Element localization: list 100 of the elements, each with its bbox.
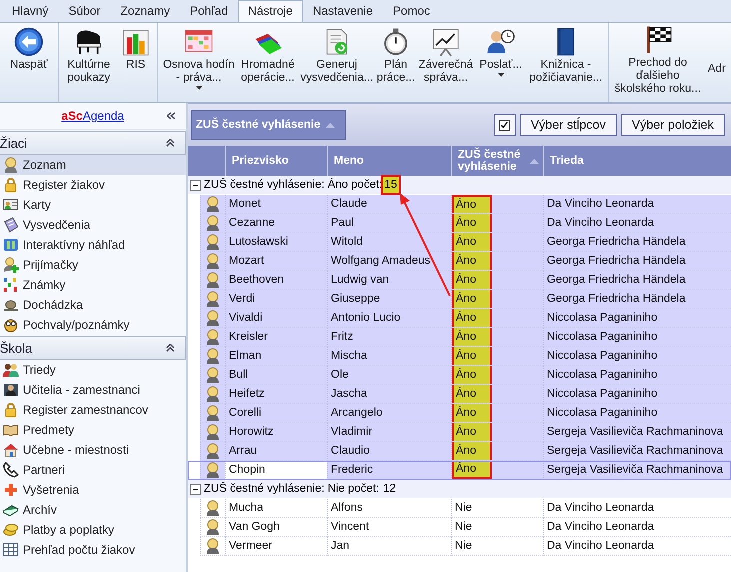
sidebar-item[interactable]: Zoznam <box>0 155 186 175</box>
sidebar-item[interactable]: Učebne - miestnosti <box>0 440 186 460</box>
highlighted-cell: Áno <box>452 290 492 308</box>
group-count-label: počet: <box>348 483 380 495</box>
collapse-icon[interactable] <box>166 139 175 147</box>
table-cell: Da Vinciho Leonarda <box>543 537 731 556</box>
table-cell: Georga Friedricha Händela <box>543 290 731 309</box>
table-cell: Witold <box>327 233 451 252</box>
id-card-icon <box>3 197 19 213</box>
table-cell: Nie <box>451 537 543 556</box>
sidebar-item[interactable]: Vyšetrenia <box>0 480 186 500</box>
sidebar-item[interactable]: Archív <box>0 500 186 520</box>
student-icon <box>205 310 221 326</box>
table-cell: Niccolasa Paganiniho <box>543 366 731 385</box>
sidebar-item[interactable]: Register zamestnancov <box>0 400 186 420</box>
group-value: Áno <box>328 179 348 191</box>
sidebar-item[interactable]: Interaktívny náhľad <box>0 235 186 255</box>
table-cell: Claude <box>327 195 451 214</box>
collapse-icon[interactable] <box>166 344 175 352</box>
open-book-icon <box>3 422 19 438</box>
sidebar-item[interactable]: Známky <box>0 275 186 295</box>
highlighted-cell: Áno <box>452 404 492 422</box>
toolbar-button[interactable]: Výber položiek <box>621 114 725 136</box>
highlighted-cell: Áno <box>452 309 492 327</box>
student-icon <box>205 291 221 307</box>
table-cell: Georga Friedricha Händela <box>543 252 731 271</box>
ribbon-button[interactable]: Záverečná správa... <box>418 23 474 102</box>
ribbon-button[interactable]: Plán práce... <box>378 23 414 102</box>
collapse-panel-icon[interactable] <box>167 112 176 120</box>
highlighted-cell: Áno <box>452 442 492 460</box>
student-icon <box>205 196 221 212</box>
table-cell: Beethoven <box>225 271 327 290</box>
selected-row[interactable]: Chopin Frederic Áno Sergeja Vasilieviča Rachmaninova <box>188 461 731 480</box>
student-icon <box>205 234 221 250</box>
menu-tab[interactable]: Zoznamy <box>110 0 180 22</box>
select-all-button[interactable] <box>494 114 516 136</box>
menu-tab[interactable]: Pohľad <box>180 0 238 22</box>
sidebar-item[interactable]: Partneri <box>0 460 186 480</box>
highlighted-count: 15 <box>382 177 400 193</box>
menu-tab[interactable]: Nástroje <box>238 0 303 22</box>
student-icon <box>205 348 221 364</box>
table-cell: Antonio Lucio <box>327 309 451 328</box>
bar-chart-icon <box>121 27 151 57</box>
student-plus-icon <box>3 257 19 273</box>
table-cell: Da Vinciho Leonarda <box>543 499 731 518</box>
menu-tab[interactable]: Súbor <box>58 0 111 22</box>
coins-icon <box>3 522 19 538</box>
toolbar-button[interactable]: Výber stĺpcov <box>520 114 617 136</box>
sidebar-item[interactable]: Platby a poplatky <box>0 520 186 540</box>
ribbon-button[interactable]: Kultúrne poukazy <box>63 23 115 102</box>
window-icon <box>3 237 19 253</box>
table-cell: Da Vinciho Leonarda <box>543 195 731 214</box>
sidebar-item[interactable]: Pochvaly/poznámky <box>0 315 186 335</box>
collapse-group-icon[interactable] <box>190 484 201 494</box>
ribbon-button[interactable]: Knižnica - požičiavanie... <box>528 23 604 102</box>
table-cell: Sergeja Vasilieviča Rachmaninova <box>543 461 731 480</box>
table-cell: Georga Friedricha Händela <box>543 271 731 290</box>
section-header[interactable]: Žiaci <box>0 131 186 155</box>
group-icon <box>3 362 19 378</box>
sidebar-item[interactable]: Predmety <box>0 420 186 440</box>
table-icon <box>3 542 19 558</box>
sidebar-item[interactable]: Karty <box>0 195 186 215</box>
sidebar-item[interactable]: Vysvedčenia <box>0 215 186 235</box>
table-cell: Giuseppe <box>327 290 451 309</box>
table-cell: Paul <box>327 214 451 233</box>
collapse-group-icon[interactable] <box>190 180 201 190</box>
sidebar-item[interactable]: Dochádzka <box>0 295 186 315</box>
sidebar-item[interactable]: Prijímačky <box>0 255 186 275</box>
student-icon <box>205 386 221 402</box>
table-cell: Elman <box>225 347 327 366</box>
student-icon <box>205 215 221 231</box>
highlighted-cell: Áno <box>452 347 492 365</box>
section-header[interactable]: Škola <box>0 336 186 360</box>
sidebar-item[interactable]: Prehľad počtu žiakov <box>0 540 186 560</box>
menu-tab[interactable]: Hlavný <box>2 0 59 22</box>
sidebar-item[interactable]: Učitelia - zamestnanci <box>0 380 186 400</box>
highlighted-cell: Áno <box>452 271 492 289</box>
group-value: Nie <box>328 483 346 495</box>
student-icon <box>3 157 19 173</box>
sidebar-item[interactable]: Register žiakov <box>0 175 186 195</box>
table-cell: Horowitz <box>225 423 327 442</box>
table-cell: Georga Friedricha Händela <box>543 233 731 252</box>
ribbon-button[interactable]: Hromadné operácie... <box>240 23 296 102</box>
table-cell: Niccolasa Paganiniho <box>543 309 731 328</box>
table-cell: Fritz <box>327 328 451 347</box>
ribbon-button[interactable]: Generuj vysvedčenia... <box>300 23 374 102</box>
table-cell: Corelli <box>225 404 327 423</box>
ribbon-button[interactable]: Osnova hodín - práva... <box>162 23 236 102</box>
ribbon-button[interactable]: RIS <box>119 23 153 102</box>
ribbon-button[interactable]: Prechod do ďalšieho školského roku... <box>613 23 703 102</box>
ribbon-button[interactable]: Naspäť <box>4 23 54 102</box>
menu-tab[interactable]: Pomoc <box>383 0 440 22</box>
sidebar-item[interactable]: Triedy <box>0 360 186 380</box>
student-icon <box>205 538 221 554</box>
table-cell: Niccolasa Paganiniho <box>543 347 731 366</box>
app-logo-link[interactable]: aScAgenda <box>62 109 124 123</box>
line-chart-board-icon <box>431 27 461 57</box>
ribbon-button[interactable]: Adr <box>707 23 727 102</box>
menu-tab[interactable]: Nastavenie <box>302 0 384 22</box>
ribbon-button[interactable]: Poslať... <box>478 23 524 102</box>
